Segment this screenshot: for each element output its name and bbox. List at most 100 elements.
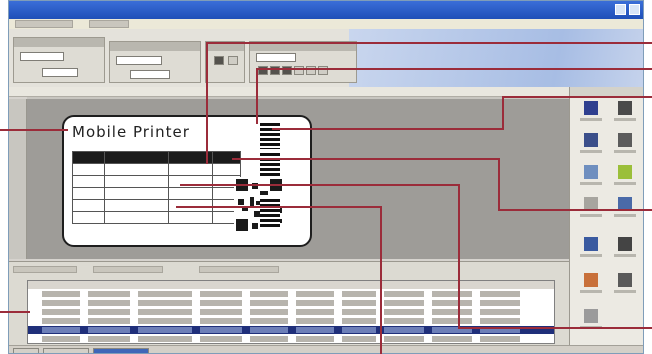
grid-cell[interactable] bbox=[250, 291, 288, 297]
grid-cell[interactable] bbox=[42, 291, 80, 297]
status-tab-active[interactable] bbox=[93, 348, 149, 353]
grid-cell[interactable] bbox=[138, 309, 192, 315]
grid-cell[interactable] bbox=[200, 336, 242, 342]
callout-line bbox=[272, 128, 504, 130]
grid-cell[interactable] bbox=[138, 318, 192, 324]
table-row[interactable] bbox=[28, 317, 554, 325]
grid-cell[interactable] bbox=[250, 318, 288, 324]
grid-cell[interactable] bbox=[138, 336, 192, 342]
table-object-icon[interactable] bbox=[576, 165, 606, 191]
user-object-icon[interactable] bbox=[576, 237, 606, 263]
grid-cell[interactable] bbox=[200, 318, 242, 324]
grid-cell[interactable] bbox=[296, 318, 334, 324]
grid-cell[interactable] bbox=[342, 309, 376, 315]
status-tab[interactable] bbox=[43, 348, 89, 353]
grid-cell[interactable] bbox=[200, 291, 242, 297]
grid-cell[interactable] bbox=[88, 327, 130, 333]
font-icon[interactable] bbox=[214, 56, 224, 65]
grid-cell[interactable] bbox=[200, 309, 242, 315]
grid-cell[interactable] bbox=[42, 336, 80, 342]
grid-cell[interactable] bbox=[432, 318, 472, 324]
grid-cell[interactable] bbox=[88, 291, 130, 297]
grid-cell[interactable] bbox=[384, 291, 424, 297]
link-object-icon[interactable] bbox=[610, 273, 640, 299]
grid-cell[interactable] bbox=[250, 300, 288, 306]
table-row[interactable] bbox=[28, 335, 554, 343]
grid-cell[interactable] bbox=[42, 300, 80, 306]
grid-cell[interactable] bbox=[250, 309, 288, 315]
close-button[interactable] bbox=[629, 4, 640, 15]
size-field[interactable] bbox=[42, 68, 78, 77]
grid-cell[interactable] bbox=[296, 309, 334, 315]
grid-cell[interactable] bbox=[200, 327, 242, 333]
grid-cell[interactable] bbox=[342, 300, 376, 306]
callout-line bbox=[458, 327, 652, 329]
minimize-button[interactable] bbox=[615, 4, 626, 15]
grid-cell[interactable] bbox=[88, 336, 130, 342]
grid-header-row bbox=[28, 281, 554, 289]
grid-cell[interactable] bbox=[384, 336, 424, 342]
property-panel-layout bbox=[13, 37, 105, 83]
barcode-middle[interactable] bbox=[260, 153, 280, 177]
grid-cell[interactable] bbox=[42, 327, 80, 333]
grid-cell[interactable] bbox=[432, 336, 472, 342]
panel-title-bar bbox=[110, 42, 200, 51]
grid-cell[interactable] bbox=[480, 291, 520, 297]
size-icon[interactable] bbox=[228, 56, 238, 65]
database-grid[interactable] bbox=[27, 280, 555, 344]
grid-cell[interactable] bbox=[250, 327, 288, 333]
grid-cell[interactable] bbox=[296, 300, 334, 306]
printer-object-icon[interactable] bbox=[610, 237, 640, 263]
shape-object-icon[interactable] bbox=[610, 133, 640, 159]
grid-cell[interactable] bbox=[200, 300, 242, 306]
grid-cell[interactable] bbox=[480, 309, 520, 315]
grid-cell[interactable] bbox=[138, 300, 192, 306]
font-name-field[interactable] bbox=[256, 53, 296, 62]
counter-object-icon[interactable] bbox=[576, 273, 606, 299]
grid-cell[interactable] bbox=[342, 327, 376, 333]
grid-cell[interactable] bbox=[384, 300, 424, 306]
value-field[interactable] bbox=[130, 70, 170, 79]
grid-cell[interactable] bbox=[342, 318, 376, 324]
label-layout[interactable]: Mobile Printer bbox=[62, 115, 312, 247]
grid-cell[interactable] bbox=[42, 309, 80, 315]
grid-cell[interactable] bbox=[384, 318, 424, 324]
grid-cell[interactable] bbox=[296, 336, 334, 342]
status-tab[interactable] bbox=[13, 348, 39, 353]
grid-cell[interactable] bbox=[384, 327, 424, 333]
grid-cell[interactable] bbox=[432, 291, 472, 297]
layout-field[interactable] bbox=[20, 52, 64, 61]
grid-cell[interactable] bbox=[250, 336, 288, 342]
grid-cell[interactable] bbox=[384, 309, 424, 315]
grid-cell[interactable] bbox=[432, 309, 472, 315]
label-title[interactable]: Mobile Printer bbox=[72, 123, 190, 141]
barcode-top[interactable] bbox=[260, 123, 280, 149]
note-object-icon[interactable] bbox=[610, 165, 640, 191]
grid-cell[interactable] bbox=[480, 336, 520, 342]
barcode-bottom[interactable] bbox=[260, 199, 280, 227]
image-object-icon[interactable] bbox=[576, 133, 606, 159]
grid-cell[interactable] bbox=[480, 300, 520, 306]
grid-cell[interactable] bbox=[296, 327, 334, 333]
grid-cell[interactable] bbox=[342, 336, 376, 342]
grid-cell[interactable] bbox=[138, 291, 192, 297]
barcode-object-icon[interactable] bbox=[610, 101, 640, 127]
grid-cell[interactable] bbox=[342, 291, 376, 297]
grid-cell[interactable] bbox=[432, 300, 472, 306]
design-canvas[interactable]: Mobile Printer bbox=[27, 99, 569, 259]
table-row[interactable] bbox=[28, 299, 554, 307]
grid-cell[interactable] bbox=[88, 300, 130, 306]
table-row[interactable] bbox=[28, 290, 554, 298]
grid-cell[interactable] bbox=[296, 291, 334, 297]
grid-cell[interactable] bbox=[88, 318, 130, 324]
table-row[interactable] bbox=[28, 308, 554, 316]
settings-object-icon[interactable] bbox=[576, 309, 606, 335]
text-object-icon[interactable] bbox=[576, 101, 606, 127]
grid-cell[interactable] bbox=[138, 327, 192, 333]
grid-cell[interactable] bbox=[88, 309, 130, 315]
object-field[interactable] bbox=[116, 56, 162, 65]
quick-toolbar bbox=[15, 20, 73, 28]
grid-cell[interactable] bbox=[480, 318, 520, 324]
label-info-table[interactable] bbox=[72, 151, 241, 224]
grid-cell[interactable] bbox=[42, 318, 80, 324]
